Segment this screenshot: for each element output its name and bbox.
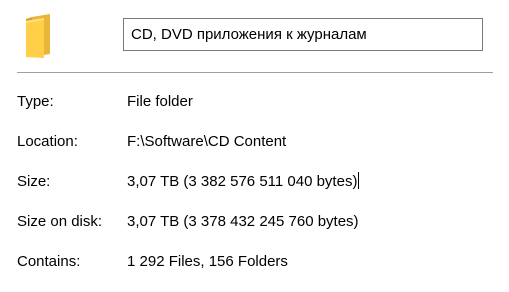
property-row-size-on-disk: Size on disk: 3,07 TB (3 378 432 245 760… [17,212,497,252]
size-on-disk-label: Size on disk: [17,213,103,230]
properties-list: Type: File folder Location: F:\Software\… [17,92,497,292]
separator [17,72,493,73]
property-row-type: Type: File folder [17,92,497,132]
property-row-contains: Contains: 1 292 Files, 156 Folders [17,252,497,292]
size-label: Size: [17,173,51,190]
contains-value[interactable]: 1 292 Files, 156 Folders [127,252,288,272]
location-label: Location: [17,133,78,150]
text-caret [358,172,360,189]
folder-icon [24,13,54,59]
size-value[interactable]: 3,07 TB (3 382 576 511 040 bytes) [127,173,357,190]
size-on-disk-value[interactable]: 3,07 TB (3 378 432 245 760 bytes) [127,212,359,232]
type-value[interactable]: File folder [127,92,193,112]
type-label: Type: [17,93,54,110]
size-value-wrapper[interactable]: 3,07 TB (3 382 576 511 040 bytes) [127,172,360,192]
property-row-size: Size: 3,07 TB (3 382 576 511 040 bytes) [17,172,497,212]
folder-name-input[interactable] [123,18,483,51]
location-value[interactable]: F:\Software\CD Content [127,132,286,152]
contains-label: Contains: [17,253,81,270]
property-row-location: Location: F:\Software\CD Content [17,132,497,172]
